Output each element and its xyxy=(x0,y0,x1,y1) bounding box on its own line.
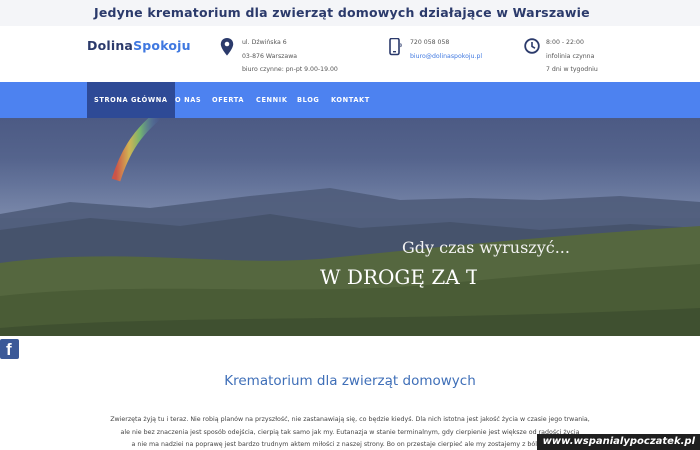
nav-item-blog[interactable]: BLOG xyxy=(297,82,319,118)
main-nav: STRONA GŁÓWNA O NAS OFERTA CENNIK BLOG K… xyxy=(0,82,700,123)
clock-icon xyxy=(524,38,540,54)
office-hours: biuro czynne: pn-pt 9.00-19.00 xyxy=(242,66,338,73)
phone-icon xyxy=(389,38,402,56)
address-line-2: 03-876 Warszawa xyxy=(242,52,298,60)
tagline: Jedyne krematorium dla zwierząt domowych… xyxy=(94,5,590,20)
email-link[interactable]: biuro@dolinaspokoju.pl xyxy=(410,50,482,64)
hotline-label: infolinia czynna xyxy=(546,52,595,60)
nav-item-pricing[interactable]: CENNIK xyxy=(256,82,288,118)
section-title: Krematorium dla zwierząt domowych xyxy=(224,373,476,389)
address-line-1: ul. Dźwińska 6 xyxy=(242,39,287,46)
hero-landscape-image xyxy=(0,118,700,336)
nav-item-contact[interactable]: KONTAKT xyxy=(331,82,370,118)
page: Jedyne krematorium dla zwierząt domowych… xyxy=(0,0,700,450)
intro-line-1: Zwierzęta żyją tu i teraz. Nie robią pla… xyxy=(110,416,590,423)
hotline-days: 7 dni w tygodniu xyxy=(546,66,598,73)
map-pin-icon xyxy=(220,38,234,56)
facebook-button[interactable]: f xyxy=(0,339,19,359)
logo[interactable]: DolinaSpokoju xyxy=(87,38,191,53)
nav-item-about[interactable]: O NAS xyxy=(175,82,201,118)
nav-item-offer[interactable]: OFERTA xyxy=(212,82,244,118)
nav-item-home[interactable]: STRONA GŁÓWNA xyxy=(87,82,175,123)
header: DolinaSpokoju ul. Dźwińska 6 03-876 Wars… xyxy=(0,26,700,82)
phone-number[interactable]: 720 058 058 xyxy=(410,36,482,50)
logo-part-1: Dolina xyxy=(87,38,134,53)
logo-part-2: Spokoju xyxy=(133,38,191,53)
top-strip: Jedyne krematorium dla zwierząt domowych… xyxy=(0,0,700,26)
hero-title: W DROGĘ ZA TĘCZĘ xyxy=(320,265,477,289)
site-watermark: www.wspanialypoczatek.pl xyxy=(536,434,700,450)
facebook-icon: f xyxy=(6,340,12,359)
hero-subtitle: Gdy czas wyruszyć... xyxy=(402,238,570,257)
hotline-time: 8:00 - 22:00 xyxy=(546,39,584,46)
hero-banner: Gdy czas wyruszyć... W DROGĘ ZA TĘCZĘ xyxy=(0,118,700,336)
